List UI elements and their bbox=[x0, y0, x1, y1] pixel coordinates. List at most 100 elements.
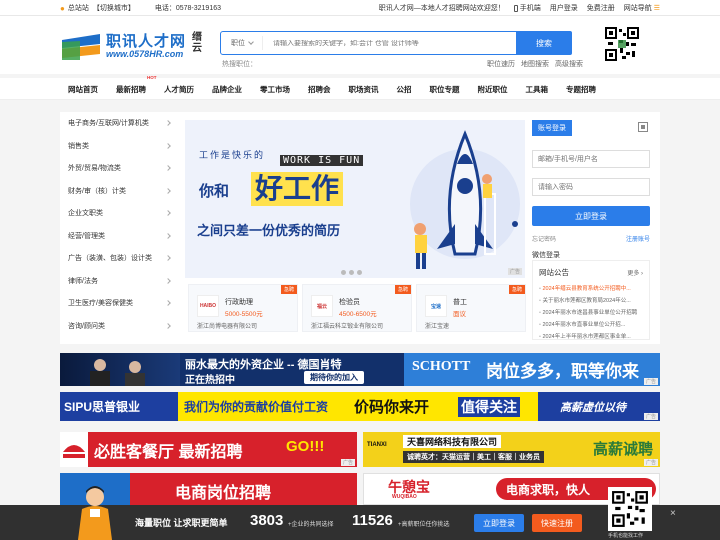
nav-news[interactable]: 职场资讯 bbox=[349, 84, 379, 95]
switch-city-link[interactable]: 【切换城市】 bbox=[93, 3, 135, 13]
mobile-icon bbox=[513, 4, 518, 12]
floatbar-login-button[interactable]: 立即登录 bbox=[474, 514, 524, 532]
site-nav-link[interactable]: 网站导航 ☰ bbox=[624, 3, 660, 13]
floating-register-bar: 海量职位 让求职更简单 3803 +企业的共同选择 11526 +高薪职位任你挑… bbox=[0, 486, 720, 540]
logo-text: 职讯人才网 bbox=[106, 33, 187, 50]
pizza-logo-icon bbox=[60, 432, 88, 467]
floatbar-register-button[interactable]: 快速注册 bbox=[532, 514, 582, 532]
main-nav: 网站首页 最新招聘 HOT 人才简历 品牌企业 零工市场 招聘会 职场资讯 公招 … bbox=[0, 75, 720, 100]
nav-toolbox[interactable]: 工具箱 bbox=[526, 84, 549, 95]
nav-job-fair[interactable]: 招聘会 bbox=[308, 84, 331, 95]
job-count: 11526 bbox=[352, 512, 393, 529]
ad-sipu[interactable]: SIPU思普银业 我们为你的贡献价值付工资 价码你来开 值得关注 高薪虚位以待 … bbox=[60, 392, 660, 421]
carousel-dot[interactable] bbox=[357, 270, 362, 275]
notice-more-link[interactable]: 更多 › bbox=[627, 268, 643, 277]
job-card[interactable]: 宝速 普工 面议 浙江宝速 急聘 bbox=[416, 284, 526, 332]
notice-item[interactable]: 2024年丽水市遂昌县事业单位公开招聘 bbox=[539, 307, 647, 319]
job-salary: 5000-5500元 bbox=[225, 311, 263, 318]
chevron-right-icon bbox=[165, 142, 171, 149]
nav-public-recruit[interactable]: 公招 bbox=[397, 84, 412, 95]
search-input[interactable] bbox=[263, 39, 516, 47]
username-input[interactable] bbox=[532, 150, 650, 168]
mobile-link[interactable]: 手机端 bbox=[513, 3, 541, 13]
category-item[interactable]: 广告（装潢、包装）设计类 bbox=[60, 247, 178, 270]
urgent-badge: 急聘 bbox=[280, 285, 297, 294]
company-logo: 宝速 bbox=[425, 295, 447, 317]
urgent-badge: 急聘 bbox=[394, 285, 411, 294]
ad-sipu-logo: SIPU思普银业 bbox=[64, 400, 141, 414]
ad-schott-line-2: 正在热招中 bbox=[185, 375, 235, 386]
search-type-select[interactable]: 职位 bbox=[221, 36, 263, 50]
nav-brands[interactable]: 品牌企业 bbox=[212, 84, 242, 95]
category-item[interactable]: 企业文职类 bbox=[60, 202, 178, 225]
nav-nearby[interactable]: 附近职位 bbox=[478, 84, 508, 95]
register-link[interactable]: 注册账号 bbox=[626, 234, 650, 243]
ad-wuqibao-sub: WUQIBAO bbox=[392, 494, 417, 500]
sublink-resume[interactable]: 职位速历 bbox=[487, 59, 515, 69]
close-icon[interactable]: × bbox=[670, 508, 676, 519]
nav-resumes[interactable]: 人才简历 bbox=[164, 84, 194, 95]
carousel-dot[interactable] bbox=[341, 270, 346, 275]
nav-special[interactable]: 专题招聘 bbox=[566, 84, 596, 95]
tab-account-login[interactable]: 账号登录 bbox=[532, 120, 572, 136]
category-item[interactable]: 销售类 bbox=[60, 135, 178, 158]
category-item[interactable]: 经营/管理类 bbox=[60, 225, 178, 248]
notice-item[interactable]: 2024年上半年丽水市莲都区事业单... bbox=[539, 331, 647, 343]
login-button[interactable]: 立即登录 bbox=[532, 206, 650, 226]
nav-latest-jobs[interactable]: 最新招聘 HOT bbox=[116, 75, 157, 95]
forgot-password-link[interactable]: 忘记密码 bbox=[532, 234, 556, 243]
qr-code-icon bbox=[604, 26, 640, 62]
hero-banner[interactable]: 工作是快乐的 WORK IS FUN 你和 好工作 之间只差一份优秀的简历 广告 bbox=[185, 120, 525, 278]
notice-item[interactable]: 2024年丽水市直事业单位公开招... bbox=[539, 319, 647, 331]
main-section: 电子商务/互联网/计算机类 销售类 外贸/贸易/物流类 财务/审（核）计类 企业… bbox=[60, 112, 660, 344]
category-list: 电子商务/互联网/计算机类 销售类 外贸/贸易/物流类 财务/审（核）计类 企业… bbox=[60, 112, 178, 344]
login-panel: 账号登录 立即登录 忘记密码 注册账号 微信登录 bbox=[530, 120, 652, 260]
ad-tianxi-line-2: 诚聘英才：天猫运营｜美工｜客服｜业务员 bbox=[403, 451, 544, 463]
carousel-dot[interactable] bbox=[349, 270, 354, 275]
sublink-advanced[interactable]: 高级搜索 bbox=[555, 59, 583, 69]
register-link[interactable]: 免费注册 bbox=[587, 3, 615, 13]
chevron-right-icon bbox=[165, 120, 171, 126]
qr-login-icon[interactable] bbox=[638, 122, 648, 132]
site-logo[interactable]: 职讯人才网 www.0578HR.com 缙云 bbox=[60, 28, 210, 68]
category-item[interactable]: 财务/审（核）计类 bbox=[60, 180, 178, 203]
ad-tianxi[interactable]: TIANXI 天喜网络科技有限公司 诚聘英才：天猫运营｜美工｜客服｜业务员 高薪… bbox=[363, 432, 660, 467]
category-item[interactable]: 外贸/贸易/物流类 bbox=[60, 157, 178, 180]
ad-pizza-line-2: GO!!! bbox=[286, 438, 325, 455]
slogan: 职讯人才网—本地人才招聘网站欢迎您！ bbox=[378, 5, 505, 12]
mascot-illustration bbox=[78, 486, 112, 540]
ad-pizza[interactable]: 必胜客餐厅 最新招聘 GO!!! 广告 bbox=[60, 432, 357, 467]
ad-label: 广告 bbox=[643, 459, 658, 466]
sublink-map[interactable]: 地图搜索 bbox=[521, 59, 549, 69]
ad-schott[interactable]: 丽水最大的外资企业 -- 德国肖特 正在热招中 期待你的加入 SCHOTT 岗位… bbox=[60, 353, 660, 386]
banner-line-1: 工作是快乐的 bbox=[199, 150, 266, 160]
chevron-down-icon bbox=[248, 39, 254, 45]
company-count-label: +企业的共同选择 bbox=[288, 522, 334, 528]
nav-home[interactable]: 网站首页 bbox=[68, 84, 98, 95]
company-logo: HAIBO bbox=[197, 295, 219, 317]
ad-schott-line-3: 期待你的加入 bbox=[304, 371, 364, 384]
ad-label: 广告 bbox=[340, 459, 355, 466]
job-count-label: +高薪职位任你挑选 bbox=[398, 522, 450, 528]
job-card[interactable]: HAIBO 行政助理 5000-5500元 浙江尚博电器有限公司 急聘 bbox=[188, 284, 298, 332]
category-item[interactable]: 卫生医疗/美容保健类 bbox=[60, 292, 178, 315]
password-input[interactable] bbox=[532, 178, 650, 196]
notice-item[interactable]: 2024年缙云县教育系统公开招聘中... bbox=[539, 283, 647, 295]
company-count: 3803 bbox=[250, 512, 284, 529]
notice-item[interactable]: 关于丽水市莲都区教育局2024年公... bbox=[539, 295, 647, 307]
banner-line-2: WORK IS FUN bbox=[280, 155, 364, 166]
job-title: 检验员 bbox=[339, 299, 360, 306]
login-link[interactable]: 用户登录 bbox=[550, 3, 578, 13]
wechat-login-link[interactable]: 微信登录 bbox=[532, 250, 560, 260]
ad-sipu-line-4: 高薪虚位以待 bbox=[560, 402, 626, 414]
category-item[interactable]: 电子商务/互联网/计算机类 bbox=[60, 112, 178, 135]
category-item[interactable]: 咨询/顾问类 bbox=[60, 315, 178, 338]
search-button[interactable]: 搜索 bbox=[516, 31, 572, 55]
nav-gig-market[interactable]: 零工市场 bbox=[260, 84, 290, 95]
job-card[interactable]: 福云 检验员 4500-6500元 浙江福云科立锻业有限公司 急聘 bbox=[302, 284, 412, 332]
top-bar: ● 总站站 【切换城市】 电话：0578-3219163 职讯人才网—本地人才招… bbox=[0, 0, 720, 16]
company-logo: 福云 bbox=[311, 295, 333, 317]
notice-panel: 网站公告 更多 › 2024年缙云县教育系统公开招聘中... 关于丽水市莲都区教… bbox=[532, 260, 650, 340]
category-item[interactable]: 律师/法务 bbox=[60, 270, 178, 293]
nav-job-topics[interactable]: 职位专题 bbox=[430, 84, 460, 95]
